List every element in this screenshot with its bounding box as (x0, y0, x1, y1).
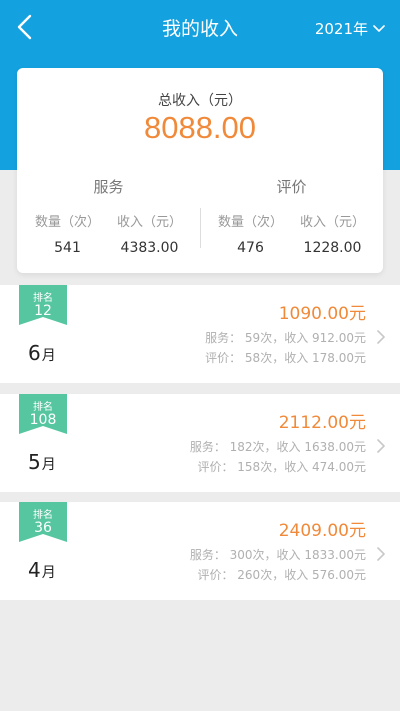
month-amount: 2112.00元 (278, 413, 366, 433)
review-detail: 评价： 58次，收入 178.00元 (205, 351, 366, 365)
month-income-item[interactable]: 排名 108 5月 2112.00元 服务： 182次，收入 1638.00元 … (0, 394, 400, 492)
rank-value: 108 (29, 412, 57, 428)
review-income-label: 收入（元） (299, 215, 365, 230)
service-summary: 服务 数量（次） 收入（元） 541 4383.00 (17, 176, 200, 256)
service-count-label: 数量（次） (34, 215, 100, 230)
chevron-down-icon (373, 24, 385, 32)
month-amount: 1090.00元 (278, 304, 366, 324)
review-count-label: 数量（次） (217, 215, 283, 230)
rank-badge: 排名 108 (19, 394, 67, 434)
total-income-value: 8088.00 (143, 110, 257, 145)
chevron-right-icon (377, 439, 385, 453)
rank-value: 36 (34, 520, 52, 536)
rank-label: 排名 (33, 510, 53, 521)
month-income-item[interactable]: 排名 12 6月 1090.00元 服务： 59次，收入 912.00元 评价：… (0, 285, 400, 383)
review-summary: 评价 数量（次） 收入（元） 476 1228.00 (200, 176, 383, 256)
rank-badge: 排名 12 (19, 285, 67, 325)
review-detail: 评价： 158次，收入 474.00元 (197, 460, 366, 474)
chevron-right-icon (377, 330, 385, 344)
rank-label: 排名 (33, 402, 53, 413)
total-income-label: 总收入（元） (158, 93, 242, 109)
review-title: 评价 (276, 178, 307, 196)
service-detail: 服务： 182次，收入 1638.00元 (189, 440, 366, 454)
income-summary-card: 总收入（元） 8088.00 服务 数量（次） 收入（元） 541 4383.0… (17, 68, 383, 273)
year-label: 2021年 (314, 20, 368, 38)
service-income-value: 4383.00 (120, 240, 179, 256)
month-amount: 2409.00元 (278, 521, 366, 541)
rank-value: 12 (34, 303, 52, 319)
app-header: 我的收入 2021年 (0, 0, 400, 56)
year-selector[interactable]: 2021年 (315, 18, 386, 39)
month-label: 4月 (28, 558, 56, 582)
service-income-label: 收入（元） (116, 215, 182, 230)
rank-badge: 排名 36 (19, 502, 67, 542)
rank-label: 排名 (33, 293, 53, 304)
month-income-item[interactable]: 排名 36 4月 2409.00元 服务： 300次，收入 1833.00元 评… (0, 502, 400, 600)
review-income-value: 1228.00 (303, 240, 362, 256)
service-count-value: 541 (54, 240, 81, 256)
service-detail: 服务： 300次，收入 1833.00元 (189, 548, 366, 562)
chevron-right-icon (377, 547, 385, 561)
month-label: 5月 (28, 450, 56, 474)
month-label: 6月 (28, 341, 56, 365)
service-detail: 服务： 59次，收入 912.00元 (205, 331, 366, 345)
review-detail: 评价： 260次，收入 576.00元 (197, 568, 366, 582)
review-count-value: 476 (237, 240, 264, 256)
service-title: 服务 (93, 178, 124, 196)
